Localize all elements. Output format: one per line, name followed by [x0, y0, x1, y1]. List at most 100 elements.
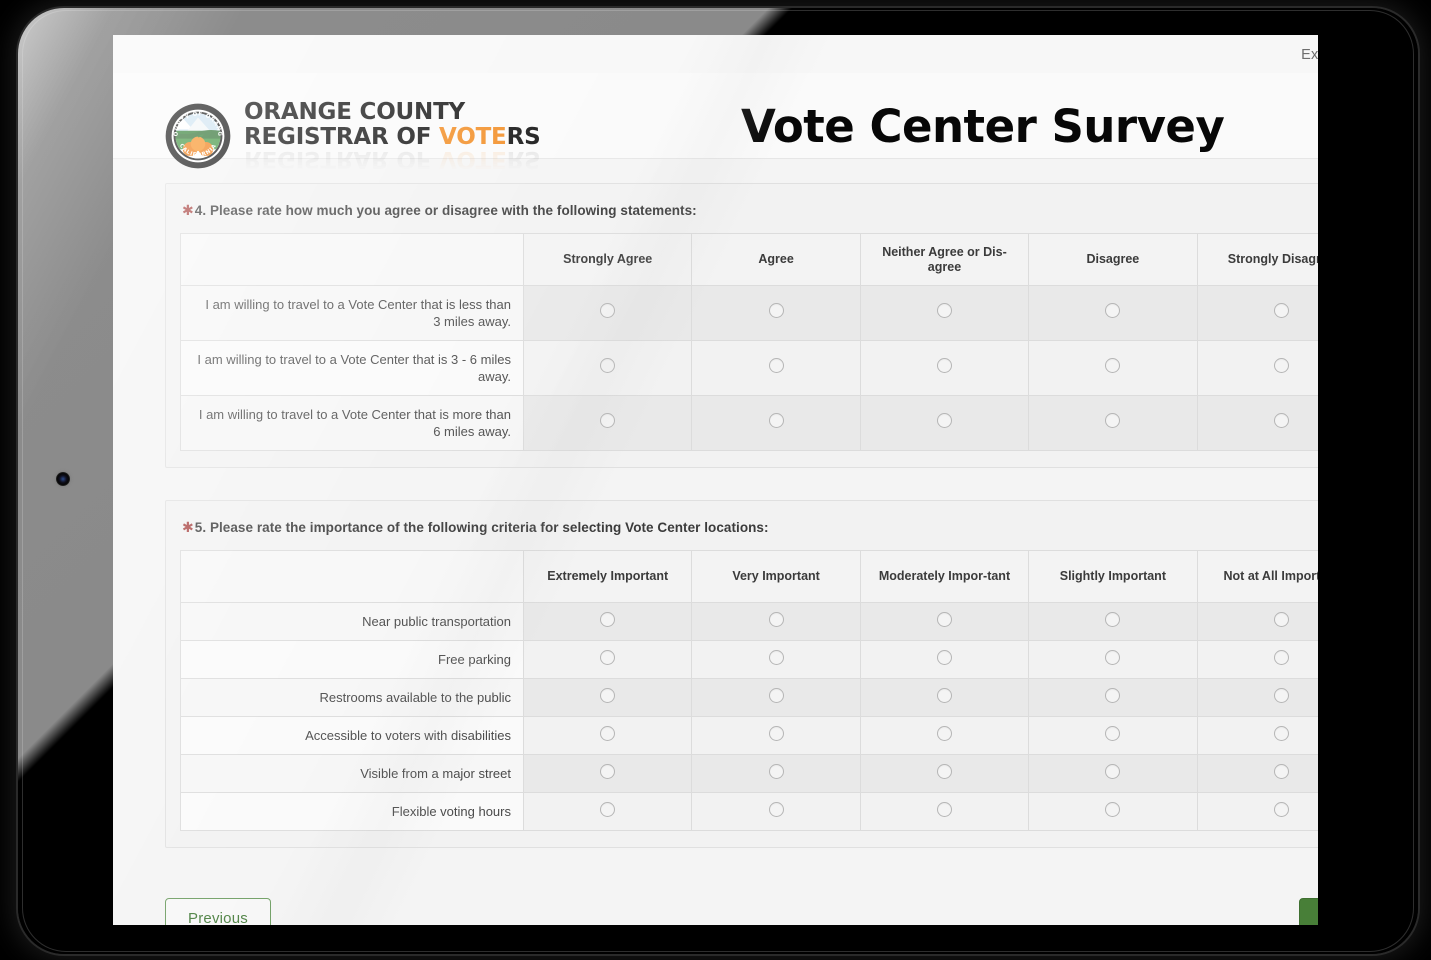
radio-button[interactable]	[1105, 358, 1121, 373]
radio-cell[interactable]	[691, 602, 861, 641]
radio-cell[interactable]	[522, 340, 693, 396]
radio-cell[interactable]	[859, 395, 1030, 451]
row-label: Near public transportation	[180, 602, 524, 641]
radio-button[interactable]	[1105, 413, 1121, 428]
radio-cell[interactable]	[1028, 602, 1198, 641]
radio-button[interactable]	[1273, 303, 1289, 318]
radio-button[interactable]	[1273, 358, 1289, 373]
radio-cell[interactable]	[691, 754, 861, 793]
radio-button[interactable]	[600, 649, 616, 665]
radio-button[interactable]	[936, 725, 952, 741]
radio-cell[interactable]	[1028, 754, 1198, 793]
radio-button[interactable]	[768, 725, 784, 741]
radio-cell[interactable]	[1028, 678, 1198, 717]
radio-cell[interactable]	[859, 754, 1030, 793]
radio-button[interactable]	[600, 687, 616, 703]
radio-button[interactable]	[936, 303, 952, 318]
radio-cell[interactable]	[1196, 340, 1318, 396]
radio-cell[interactable]	[859, 285, 1030, 341]
radio-cell[interactable]	[522, 285, 693, 341]
radio-cell[interactable]	[691, 792, 861, 831]
radio-cell[interactable]	[1028, 285, 1198, 341]
radio-cell[interactable]	[522, 678, 693, 717]
radio-cell[interactable]	[1196, 678, 1318, 717]
radio-cell[interactable]	[859, 792, 1030, 831]
radio-cell[interactable]	[859, 640, 1030, 679]
radio-button[interactable]	[600, 801, 616, 817]
radio-button[interactable]	[1273, 801, 1289, 817]
radio-button[interactable]	[600, 413, 616, 428]
next-button[interactable]: Next	[1299, 898, 1318, 925]
radio-button[interactable]	[1105, 725, 1121, 741]
radio-button[interactable]	[1105, 801, 1121, 817]
radio-button[interactable]	[768, 649, 784, 665]
radio-cell[interactable]	[1028, 792, 1198, 831]
radio-cell[interactable]	[522, 792, 693, 831]
radio-cell[interactable]	[1028, 395, 1198, 451]
radio-cell[interactable]	[1196, 716, 1318, 755]
radio-cell[interactable]	[1028, 716, 1198, 755]
radio-button[interactable]	[600, 303, 616, 318]
radio-cell[interactable]	[522, 716, 693, 755]
radio-cell[interactable]	[691, 340, 861, 396]
radio-cell[interactable]	[859, 678, 1030, 717]
radio-cell[interactable]	[691, 640, 861, 679]
radio-cell[interactable]	[691, 395, 861, 451]
question-4-heading: ✱4. Please rate how much you agree or di…	[180, 200, 1318, 233]
radio-button[interactable]	[1273, 413, 1289, 428]
radio-button[interactable]	[1105, 649, 1121, 665]
radio-cell[interactable]	[1196, 602, 1318, 641]
radio-button[interactable]	[1273, 687, 1289, 703]
radio-cell[interactable]	[859, 602, 1030, 641]
radio-button[interactable]	[936, 649, 952, 665]
radio-button[interactable]	[600, 763, 616, 779]
radio-cell[interactable]	[691, 285, 861, 341]
front-camera-icon	[56, 472, 70, 486]
radio-cell[interactable]	[1028, 640, 1198, 679]
radio-button[interactable]	[1105, 303, 1121, 318]
radio-cell[interactable]	[859, 340, 1030, 396]
radio-cell[interactable]	[1028, 340, 1198, 396]
radio-button[interactable]	[1273, 611, 1289, 627]
radio-button[interactable]	[768, 303, 784, 318]
radio-button[interactable]	[936, 763, 952, 779]
radio-button[interactable]	[1105, 763, 1121, 779]
logo-line-2: REGISTRAR OF VOTERS	[244, 125, 541, 150]
radio-cell[interactable]	[691, 716, 861, 755]
radio-cell[interactable]	[1196, 792, 1318, 831]
radio-cell[interactable]	[691, 678, 861, 717]
radio-button[interactable]	[936, 413, 952, 428]
radio-button[interactable]	[600, 611, 616, 627]
radio-button[interactable]	[768, 801, 784, 817]
survey-navigation: Previous Next	[113, 880, 1318, 925]
radio-cell[interactable]	[1196, 285, 1318, 341]
radio-button[interactable]	[600, 358, 616, 373]
radio-button[interactable]	[1105, 687, 1121, 703]
radio-cell[interactable]	[522, 602, 693, 641]
radio-button[interactable]	[768, 358, 784, 373]
radio-cell[interactable]	[1196, 754, 1318, 793]
exit-and-clear-survey-link[interactable]: Exit and clear sur	[1301, 47, 1318, 63]
radio-button[interactable]	[768, 611, 784, 627]
radio-button[interactable]	[936, 687, 952, 703]
radio-cell[interactable]	[522, 640, 693, 679]
radio-button[interactable]	[1273, 763, 1289, 779]
previous-button[interactable]: Previous	[165, 898, 271, 925]
radio-button[interactable]	[1105, 611, 1121, 627]
radio-button[interactable]	[768, 413, 784, 428]
radio-button[interactable]	[1273, 725, 1289, 741]
radio-button[interactable]	[936, 358, 952, 373]
radio-cell[interactable]	[1196, 640, 1318, 679]
question-5-heading: ✱5. Please rate the importance of the fo…	[180, 517, 1318, 550]
radio-button[interactable]	[1273, 649, 1289, 665]
radio-cell[interactable]	[1196, 395, 1318, 451]
radio-button[interactable]	[768, 687, 784, 703]
radio-button[interactable]	[600, 725, 616, 741]
table-row: I am willing to travel to a Vote Center …	[180, 285, 1318, 341]
radio-cell[interactable]	[522, 754, 693, 793]
radio-cell[interactable]	[859, 716, 1030, 755]
radio-button[interactable]	[936, 611, 952, 627]
radio-cell[interactable]	[522, 395, 693, 451]
radio-button[interactable]	[768, 763, 784, 779]
radio-button[interactable]	[936, 801, 952, 817]
